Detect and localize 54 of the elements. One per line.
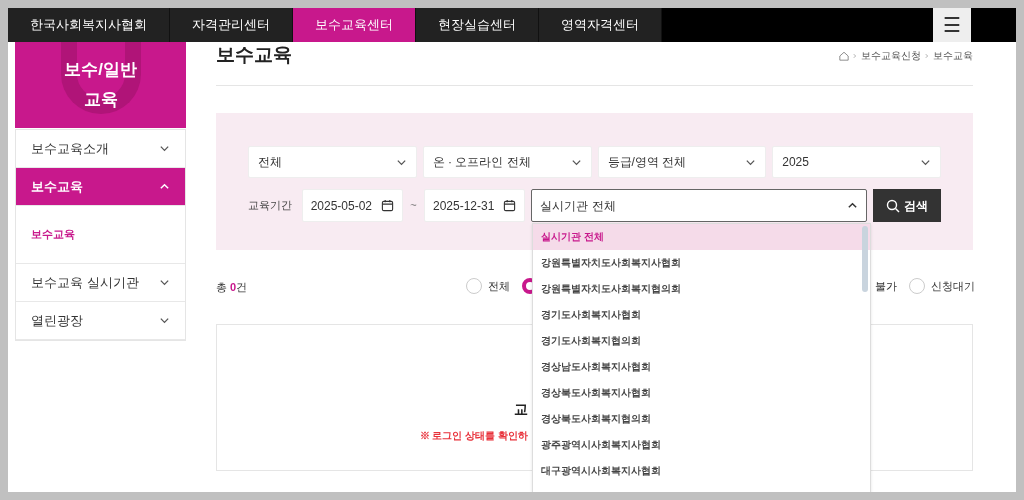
scrollbar-thumb[interactable] [862, 226, 868, 292]
institution-select[interactable]: 실시기관 전체 [531, 189, 868, 222]
radio-label: 불가 [875, 279, 897, 294]
dropdown-option[interactable]: 강원특별자치도사회복지사협회 [533, 250, 870, 276]
login-notice: ※ 로그인 상태를 확인하 [419, 429, 528, 443]
submenu-link[interactable]: 보수교육 [31, 226, 170, 243]
filter-select[interactable]: 2025 [772, 146, 941, 178]
page-title: 보수교육 [216, 43, 292, 68]
chevron-down-icon [159, 277, 170, 288]
sidebar-item[interactable]: 보수교육 [16, 168, 185, 206]
breadcrumb-link[interactable]: 보수교육 [933, 48, 973, 63]
dropdown-option[interactable]: 실시기관 전체 [533, 224, 870, 250]
home-icon [839, 50, 849, 61]
chevron-up-icon [847, 200, 859, 211]
filter-select[interactable]: 전체 [248, 146, 417, 178]
filter-select[interactable]: 등급/영역 전체 [597, 146, 767, 178]
period-label: 교육기간 [248, 198, 293, 214]
radio-label: 신청대기 [931, 279, 975, 294]
nav-tab[interactable]: 자격관리센터 [170, 8, 293, 42]
empty-title: 교 [514, 400, 528, 419]
chevron-right-icon [924, 51, 930, 60]
dropdown-option[interactable]: 경기도사회복지사협회 [533, 302, 870, 328]
dropdown-option[interactable]: 경기도사회복지협의회 [533, 328, 870, 354]
radio-label: 전체 [488, 279, 510, 294]
breadcrumb-link[interactable]: 보수교육신청 [861, 48, 921, 63]
total-unit: 건 [236, 279, 248, 295]
dropdown-option[interactable]: 경상북도사회복지협의회 [533, 406, 870, 432]
radio-button[interactable] [466, 278, 482, 295]
dropdown-option[interactable]: 대구광역시사회복지사협회 [533, 458, 870, 484]
total-label: 총 [216, 279, 227, 295]
dropdown-option[interactable]: 광주광역시사회복지사협회 [533, 432, 870, 458]
calendar-icon [381, 199, 395, 212]
chevron-up-icon [159, 181, 170, 192]
sidebar-title: 보수/일반 교육 [63, 59, 138, 111]
filter-select[interactable]: 온 · 오프라인 전체 [422, 146, 592, 178]
menu-button[interactable]: ☰ [933, 8, 971, 42]
total-count: 0 [230, 279, 237, 295]
chevron-down-icon [159, 143, 170, 154]
dropdown-option[interactable]: 경상남도사회복지사협회 [533, 354, 870, 380]
calendar-icon [503, 199, 517, 212]
chevron-down-icon [159, 315, 170, 326]
dropdown-option[interactable]: 경상북도사회복지사협회 [533, 380, 870, 406]
chevron-right-icon [852, 51, 858, 60]
dropdown-option[interactable]: 강원특별자치도사회복지협의회 [533, 276, 870, 302]
nav-tab[interactable]: 영역자격센터 [539, 8, 662, 42]
nav-tab[interactable]: 보수교육센터 [293, 8, 416, 42]
nav-tab[interactable]: 한국사회복지사협회 [8, 8, 170, 42]
range-separator: ~ [409, 198, 418, 214]
radio-button[interactable] [909, 278, 925, 295]
nav-tab[interactable]: 현장실습센터 [416, 8, 539, 42]
date-field[interactable]: 2025-12-31 [424, 189, 526, 222]
search-button[interactable]: 검색 [873, 189, 941, 222]
date-field[interactable]: 2025-05-02 [301, 189, 404, 222]
search-icon [886, 198, 901, 213]
